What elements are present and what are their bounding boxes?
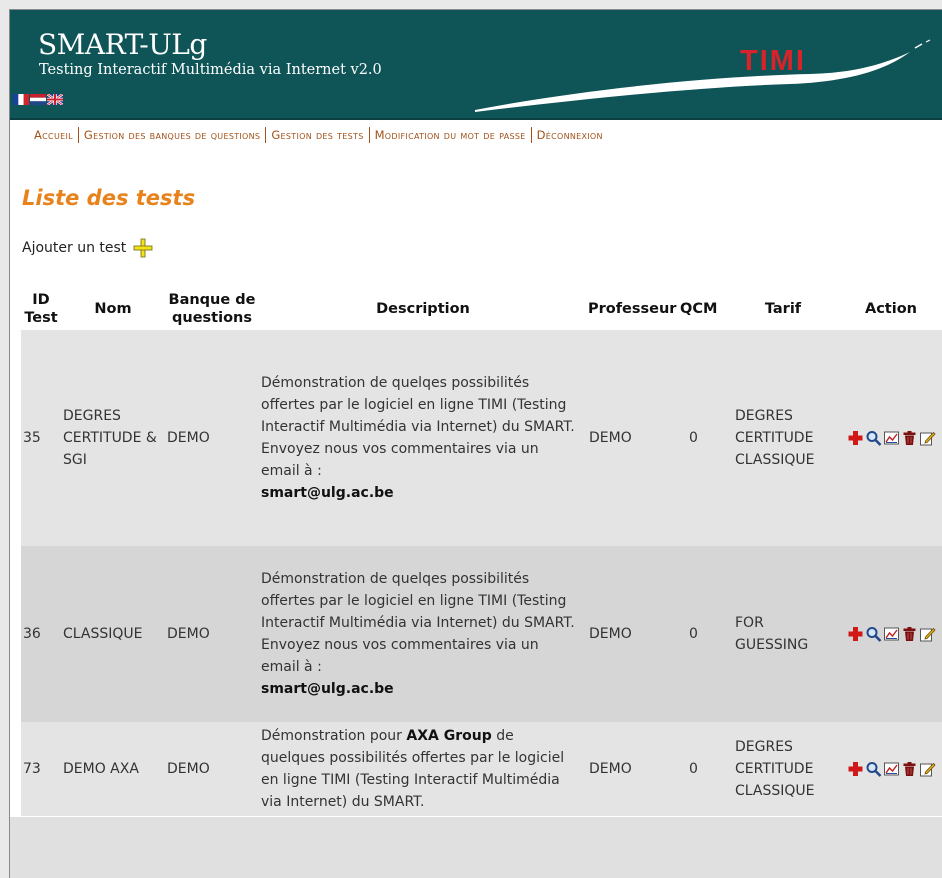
cell-professeur: DEMO — [587, 546, 679, 722]
description-text: Démonstration de quelqes possibilités of… — [261, 571, 575, 675]
magnifier-icon[interactable] — [865, 626, 882, 642]
cell-tarif: FOR GUESSING — [727, 546, 839, 722]
nav-gestion-banques[interactable]: Gestion des banques de questions — [79, 128, 265, 142]
brand-title: SMART-ULg — [38, 28, 207, 61]
cell-qcm: 0 — [679, 330, 727, 546]
col-header-action: Action — [864, 301, 917, 317]
site-header: SMART-ULg Testing Interactif Multimédia … — [10, 10, 942, 120]
table-row: 35 DEGRES CERTITUDE & SGI DEMO Démonstra… — [21, 330, 942, 546]
col-header-description: Description — [376, 301, 470, 317]
cell-tarif: DEGRES CERTITUDE CLASSIQUE — [727, 330, 839, 546]
cell-banque: DEMO — [165, 546, 259, 722]
french-flag-icon[interactable] — [13, 94, 29, 105]
add-test-label[interactable]: Ajouter un test — [22, 240, 126, 256]
cell-banque: DEMO — [165, 722, 259, 816]
col-header-nom: Nom — [94, 301, 132, 317]
cell-description: Démonstration de quelqes possibilités of… — [259, 330, 587, 546]
magnifier-icon[interactable] — [865, 430, 882, 446]
cell-tarif: DEGRES CERTITUDE CLASSIQUE — [727, 722, 839, 816]
add-red-cross-icon[interactable] — [847, 626, 864, 642]
cell-nom: DEGRES CERTITUDE & SGI — [61, 330, 165, 546]
add-test-plus-icon[interactable] — [133, 238, 153, 258]
magnifier-icon[interactable] — [865, 761, 882, 777]
nav-deconnexion[interactable]: Déconnexion — [532, 128, 608, 142]
cell-description: Démonstration de quelqes possibilités of… — [259, 546, 587, 722]
nav-modification-mot-de-passe[interactable]: Modification du mot de passe — [370, 128, 531, 142]
language-flags — [13, 94, 63, 105]
description-text: Démonstration de quelqes possibilités of… — [261, 375, 575, 479]
main-nav: Accueil Gestion des banques de questions… — [10, 122, 942, 148]
tests-table: ID Test Nom Banque de questions Descriptio… — [21, 288, 942, 816]
trash-icon[interactable] — [901, 430, 918, 446]
table-row: 36 CLASSIQUE DEMO Démonstration de quelq… — [21, 546, 942, 722]
trash-icon[interactable] — [901, 761, 918, 777]
description-company: AXA Group — [406, 728, 492, 744]
col-header-qcm: QCM — [680, 301, 718, 317]
col-header-banque: Banque de questions — [168, 292, 256, 326]
table-header-row: ID Test Nom Banque de questions Descriptio… — [21, 288, 942, 330]
cell-description: Démonstration pour AXA Group de quelques… — [259, 722, 587, 816]
edit-icon[interactable] — [919, 430, 936, 446]
cell-id: 36 — [21, 546, 61, 722]
cell-actions — [839, 722, 942, 816]
cell-qcm: 0 — [679, 722, 727, 816]
nav-accueil[interactable]: Accueil — [10, 128, 78, 142]
add-red-cross-icon[interactable] — [847, 430, 864, 446]
dutch-flag-icon[interactable] — [30, 94, 46, 105]
col-header-tarif: Tarif — [764, 301, 802, 317]
cell-nom: DEMO AXA — [61, 722, 165, 816]
app-frame: SMART-ULg Testing Interactif Multimédia … — [9, 9, 942, 878]
chart-icon[interactable] — [883, 430, 900, 446]
cell-banque: DEMO — [165, 330, 259, 546]
cell-id: 35 — [21, 330, 61, 546]
logo-text: TIMI — [740, 45, 806, 77]
edit-icon[interactable] — [919, 761, 936, 777]
chart-icon[interactable] — [883, 761, 900, 777]
timi-logo: TIMI — [475, 39, 931, 112]
contact-email: smart@ulg.ac.be — [261, 485, 394, 501]
cell-id: 73 — [21, 722, 61, 816]
cell-professeur: DEMO — [587, 330, 679, 546]
cell-actions — [839, 546, 942, 722]
page-footer-band — [10, 817, 942, 878]
cell-qcm: 0 — [679, 546, 727, 722]
col-header-professeur: Professeur — [588, 301, 677, 317]
nav-gestion-tests[interactable]: Gestion des tests — [266, 128, 368, 142]
trash-icon[interactable] — [901, 626, 918, 642]
cell-professeur: DEMO — [587, 722, 679, 816]
brand-subtitle: Testing Interactif Multimédia via Intern… — [39, 62, 382, 78]
contact-email: smart@ulg.ac.be — [261, 681, 394, 697]
cell-actions — [839, 330, 942, 546]
add-red-cross-icon[interactable] — [847, 761, 864, 777]
page-title: Liste des tests — [22, 186, 196, 210]
add-test-row: Ajouter un test — [22, 238, 153, 258]
cell-nom: CLASSIQUE — [61, 546, 165, 722]
col-header-id: ID Test — [24, 292, 58, 326]
table-row: 73 DEMO AXA DEMO Démonstration pour AXA … — [21, 722, 942, 816]
uk-flag-icon[interactable] — [47, 94, 63, 105]
edit-icon[interactable] — [919, 626, 936, 642]
chart-icon[interactable] — [883, 626, 900, 642]
description-pre: Démonstration pour — [261, 728, 402, 744]
